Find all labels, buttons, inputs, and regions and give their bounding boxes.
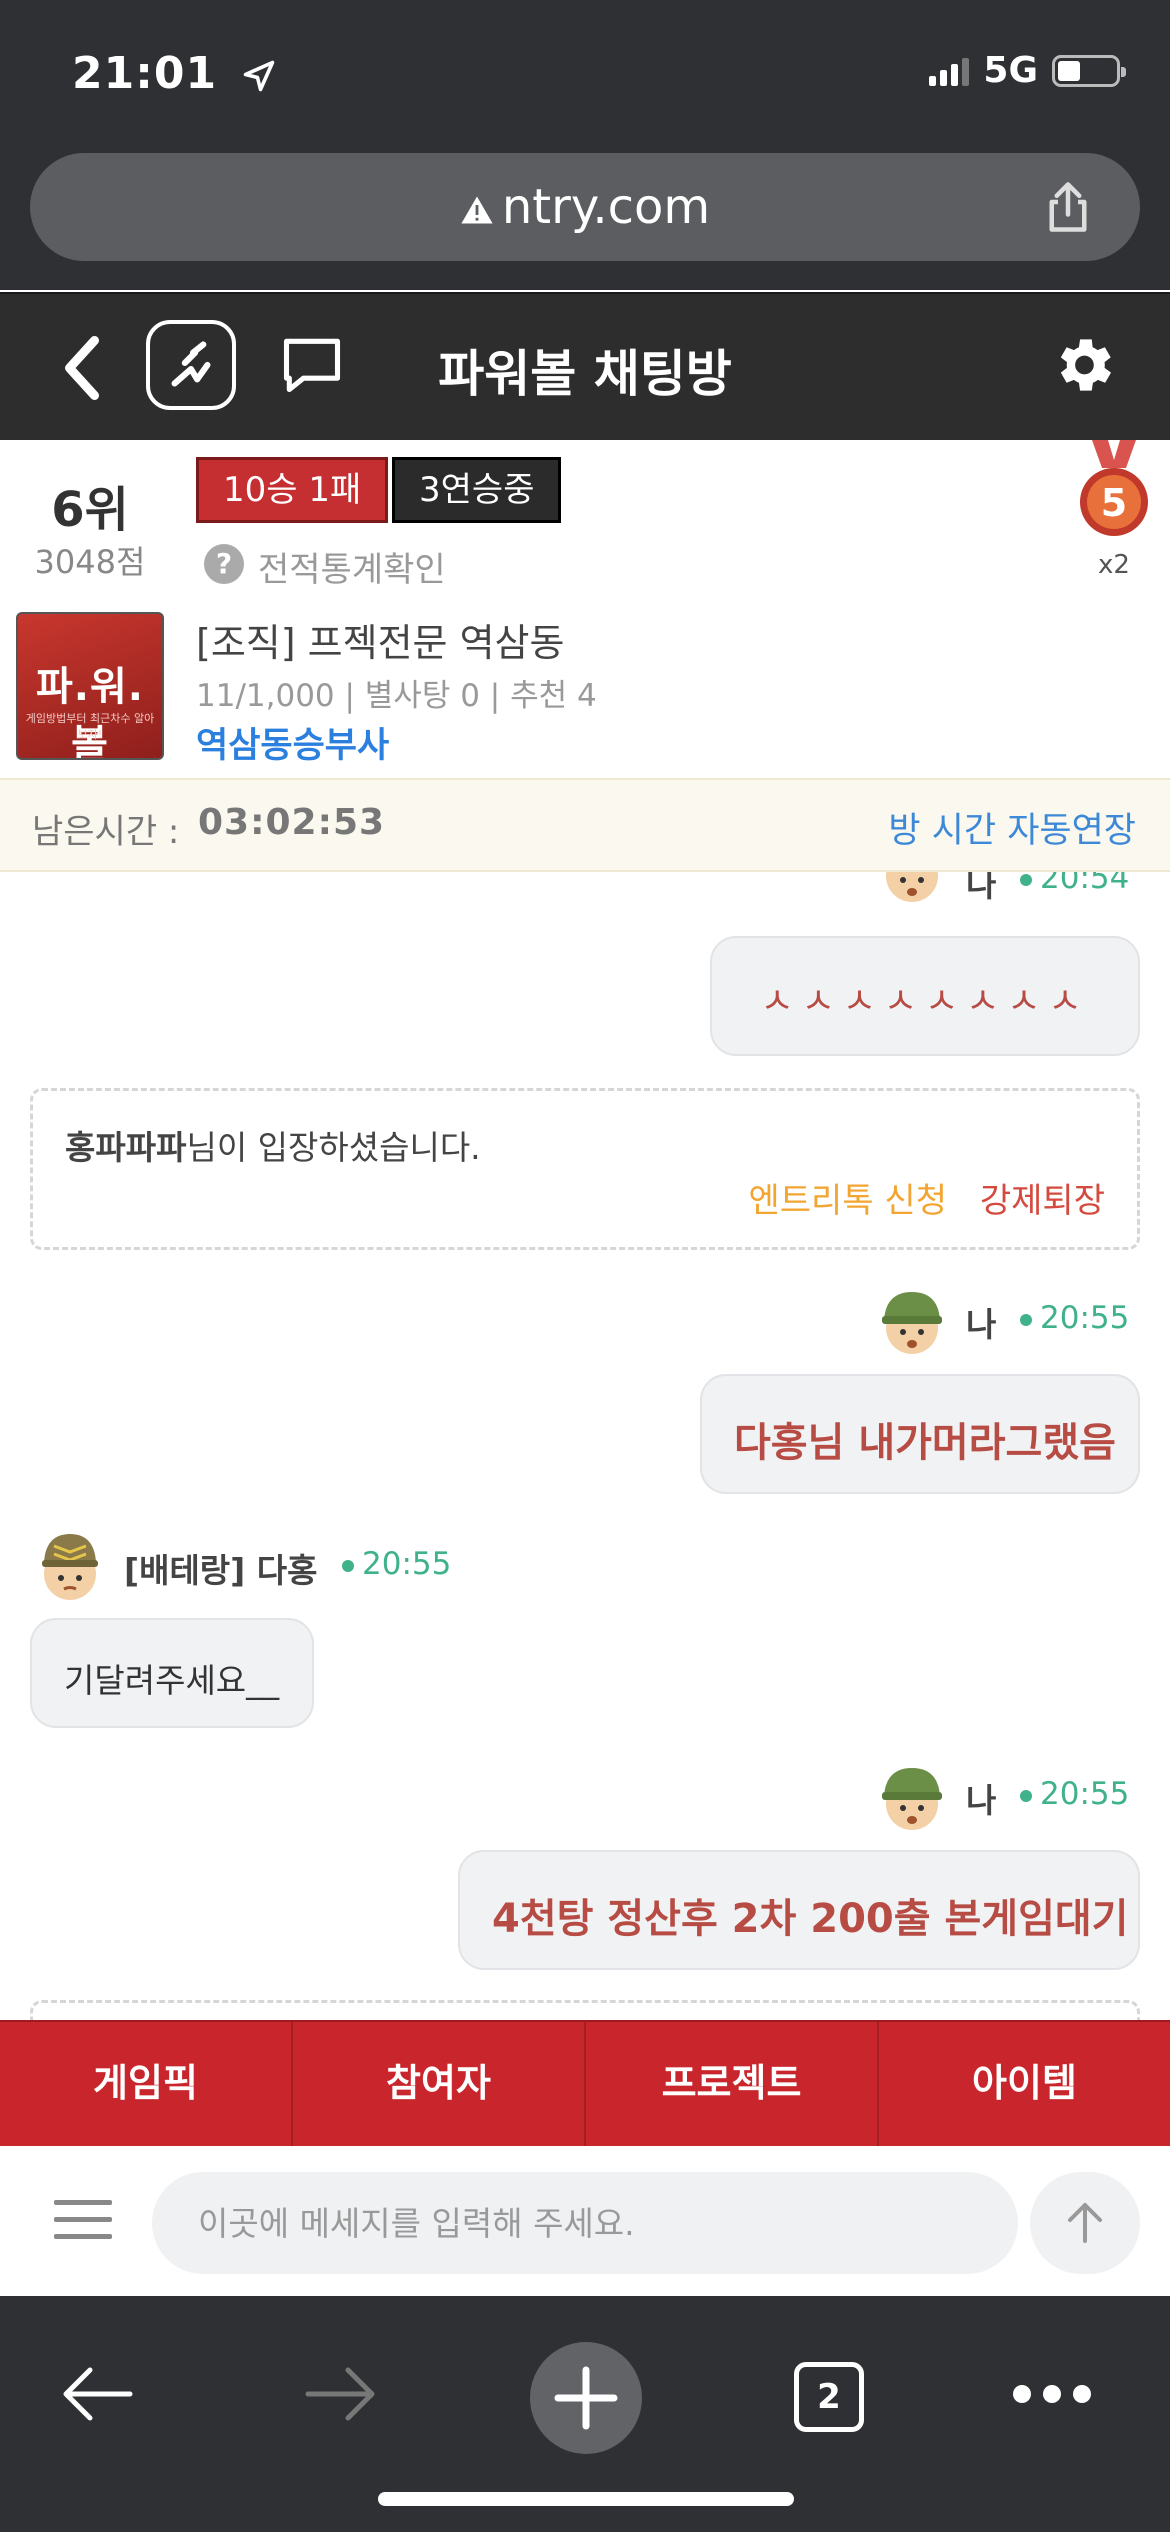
entry-notice <box>30 2000 1140 2020</box>
signal-icon <box>929 56 970 86</box>
message-time: 20:54 <box>1020 872 1129 896</box>
chat-area[interactable]: 나 20:54 ㅅㅅㅅㅅㅅㅅㅅㅅ 홍파파파님이 입장하셨습니다. 엔트리톡 신청… <box>0 872 1170 2020</box>
location-arrow-icon <box>244 60 275 92</box>
bottom-tab-bar: 게임픽 참여자 프로젝트 아이템 <box>0 2020 1170 2146</box>
message-text: 다홍님 내가머라그랬음 <box>734 1420 1116 1466</box>
message-input[interactable] <box>152 2172 1018 2274</box>
kick-user-link[interactable]: 강제퇴장 <box>980 1173 1105 1222</box>
plus-icon <box>554 2366 618 2430</box>
page-title: 파워볼 채팅방 <box>438 345 732 403</box>
network-label: 5G <box>983 50 1038 91</box>
message-text: 기달려주세요__ <box>64 1661 280 1700</box>
entry-notice: 홍파파파님이 입장하셨습니다. 엔트리톡 신청 강제퇴장 <box>30 1088 1140 1250</box>
thumbnail-subtitle: 게임방법부터 최근차수 알아보자! <box>25 712 155 741</box>
notice-suffix: 님이 입장하셨습니다. <box>186 1128 481 1167</box>
message-bubble: 기달려주세요__ <box>30 1618 314 1728</box>
message-text: 4천탕 정산후 2차 200출 본게임대기 <box>492 1896 1129 1942</box>
streak-badge: 3연승중 <box>392 457 562 523</box>
status-time: 21:01 <box>72 48 277 99</box>
avatar <box>882 1292 942 1354</box>
share-icon[interactable] <box>1038 177 1098 237</box>
browser-top-area: 21:01 5G ntry.com <box>0 0 1170 290</box>
sender-name: [배테랑] 다홍 <box>124 1551 318 1590</box>
warning-icon <box>461 196 493 224</box>
rank-label: 6위 <box>51 482 129 538</box>
tab-game-pick[interactable]: 게임픽 <box>0 2022 293 2146</box>
thumbnail-title: 파.워.볼 <box>36 664 144 760</box>
time-left-value: 03:02:53 <box>198 802 386 843</box>
message-time-text: 20:55 <box>362 1546 452 1582</box>
message-bubble: 4천탕 정산후 2차 200출 본게임대기 <box>458 1850 1140 1970</box>
message-text: ㅅㅅㅅㅅㅅㅅㅅㅅ <box>760 981 1090 1022</box>
message-time: 20:55 <box>342 1546 451 1582</box>
medal-icon: 5 <box>1080 440 1148 536</box>
browser-forward-icon[interactable] <box>302 2362 378 2426</box>
new-tab-button[interactable] <box>530 2342 642 2454</box>
message-input-row <box>0 2146 1170 2296</box>
avatar <box>882 1768 942 1830</box>
arrow-up-icon <box>1068 2203 1102 2243</box>
avatar <box>886 872 938 902</box>
tab-count-button[interactable]: 2 <box>794 2362 864 2432</box>
entry-talk-request-link[interactable]: 엔트리톡 신청 <box>749 1173 948 1222</box>
browser-back-icon[interactable] <box>60 2362 136 2426</box>
notice-user: 홍파파파 <box>65 1128 187 1167</box>
stats-link[interactable]: 전적통계확인 <box>258 542 446 591</box>
home-indicator <box>378 2492 794 2506</box>
url-bar[interactable]: ntry.com <box>30 153 1140 261</box>
sender-name: 나 <box>966 1781 997 1820</box>
message-time-text: 20:54 <box>1040 872 1130 896</box>
medal-level: 5 <box>1101 481 1127 525</box>
sender-name: 나 <box>966 872 997 904</box>
message-time-text: 20:55 <box>1040 1300 1130 1336</box>
more-icon[interactable] <box>1010 2382 1094 2406</box>
message-bubble: 다홍님 내가머라그랬음 <box>700 1374 1140 1494</box>
status-indicators: 5G <box>929 50 1126 91</box>
room-name: [조직] 프젝전문 역삼동 <box>196 621 565 665</box>
battery-icon <box>1052 54 1126 87</box>
room-meta: 11/1,000 | 별사탕 0 | 추천 4 <box>196 678 597 714</box>
room-owner-link[interactable]: 역삼동승부사 <box>196 717 389 768</box>
help-icon[interactable]: ? <box>204 544 244 584</box>
notice-text: 홍파파파님이 입장하셨습니다. <box>65 1121 481 1169</box>
medal-count: x2 <box>1098 550 1130 580</box>
url-display[interactable]: ntry.com <box>30 179 1140 235</box>
tab-items[interactable]: 아이템 <box>879 2022 1170 2146</box>
room-thumbnail[interactable]: 파.워.볼 게임방법부터 최근차수 알아보자! <box>16 612 164 760</box>
message-time-text: 20:55 <box>1040 1776 1130 1812</box>
tab-project[interactable]: 프로젝트 <box>586 2022 879 2146</box>
status-time-text: 21:01 <box>72 48 218 99</box>
points-label: 3048점 <box>34 543 146 581</box>
timer-bar: 남은시간 : 03:02:53 방 시간 자동연장 <box>0 778 1170 872</box>
message-time: 20:55 <box>1020 1300 1129 1336</box>
auto-extend-link[interactable]: 방 시간 자동연장 <box>888 802 1136 853</box>
menu-icon[interactable] <box>54 2198 112 2242</box>
app-header: 파워볼 채팅방 <box>0 292 1170 440</box>
record-badge: 10승 1패 <box>196 457 389 523</box>
time-left-label: 남은시간 : <box>32 812 180 852</box>
message-bubble: ㅅㅅㅅㅅㅅㅅㅅㅅ <box>710 936 1140 1056</box>
message-time: 20:55 <box>1020 1776 1129 1812</box>
url-text: ntry.com <box>501 179 711 235</box>
tab-participants[interactable]: 참여자 <box>293 2022 586 2146</box>
gear-icon[interactable] <box>1048 330 1118 400</box>
sender-name: 나 <box>966 1305 997 1344</box>
avatar <box>42 1534 98 1600</box>
send-button[interactable] <box>1030 2172 1140 2274</box>
